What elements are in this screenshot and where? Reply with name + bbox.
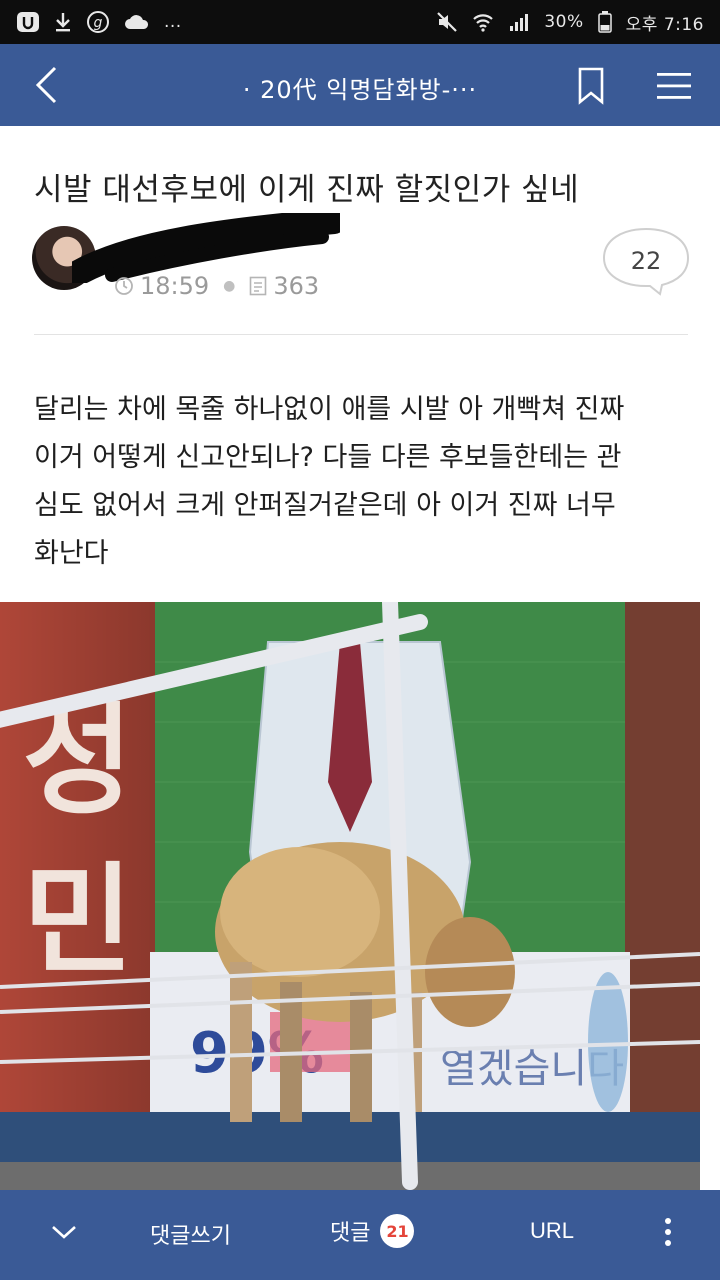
clock-icon [114, 276, 134, 296]
status-bar: g ... 30% 오후 7:16 [0, 0, 720, 44]
status-time: 오후 7:16 [625, 14, 704, 35]
post-title: 시발 대선후보에 이게 진짜 할짓인가 싶네 [34, 172, 580, 208]
comment-count[interactable]: 22 [602, 247, 690, 275]
g-app-icon: g [86, 10, 110, 34]
views-icon [249, 276, 267, 296]
bottom-action-bar: 댓글쓰기 댓글 21 URL [0, 1190, 720, 1280]
bookmark-button[interactable] [574, 66, 608, 106]
comments-button[interactable]: 댓글 21 [330, 1214, 415, 1248]
campaign-truck-dog-photo: 성민 99% 열겠습니다 [0, 602, 700, 1192]
comments-label: 댓글 [330, 1221, 371, 1246]
hamburger-menu-icon [657, 73, 691, 99]
post-body-line: 달리는 차에 목줄 하나없이 애를 시발 아 개빡쳐 진짜 [34, 394, 625, 425]
chevron-down-icon [52, 1226, 76, 1239]
app-header: · 20代 익명담화방-··· [0, 44, 720, 126]
more-options-button[interactable] [656, 1212, 680, 1252]
post-body-line: 화난다 [34, 538, 109, 569]
post-body-line: 이거 어떻게 신고안되나? 다들 다른 후보들한테는 관 [34, 442, 622, 473]
status-right-icons: 30% 오후 7:16 [436, 10, 704, 35]
post-photo[interactable]: 성민 99% 열겠습니다 [0, 602, 700, 1192]
url-button[interactable]: URL [530, 1218, 574, 1244]
comments-badge: 21 [380, 1214, 415, 1248]
signal-icon [508, 12, 530, 32]
post-meta: 18:59 ● 363 [114, 272, 319, 300]
board-title[interactable]: · 20代 익명담화방-··· [0, 70, 720, 105]
meta-separator: ● [223, 278, 236, 294]
post-body-line: 심도 없어서 크게 안퍼질거같은데 아 이거 진짜 너무 [34, 490, 616, 521]
bookmark-icon [578, 67, 604, 105]
write-comment-button[interactable]: 댓글쓰기 [150, 1218, 231, 1250]
post-divider [34, 334, 688, 335]
status-left-icons: g ... [16, 10, 182, 34]
usb-debug-icon [16, 11, 40, 33]
battery-icon [597, 11, 612, 33]
collapse-button[interactable] [44, 1212, 84, 1252]
post-body: 달리는 차에 목줄 하나없이 애를 시발 아 개빡쳐 진짜 이거 어떻게 신고안… [34, 386, 694, 578]
post-views: 363 [273, 272, 320, 300]
svg-text:g: g [94, 15, 103, 31]
menu-button[interactable] [654, 68, 694, 104]
status-more-text: ... [164, 12, 182, 32]
download-icon [54, 11, 72, 33]
post-time: 18:59 [140, 272, 210, 300]
wifi-icon [472, 12, 494, 32]
battery-percent: 30% [544, 12, 584, 32]
more-vertical-icon [665, 1218, 671, 1246]
mute-icon [436, 11, 458, 33]
cloud-icon [124, 13, 150, 31]
